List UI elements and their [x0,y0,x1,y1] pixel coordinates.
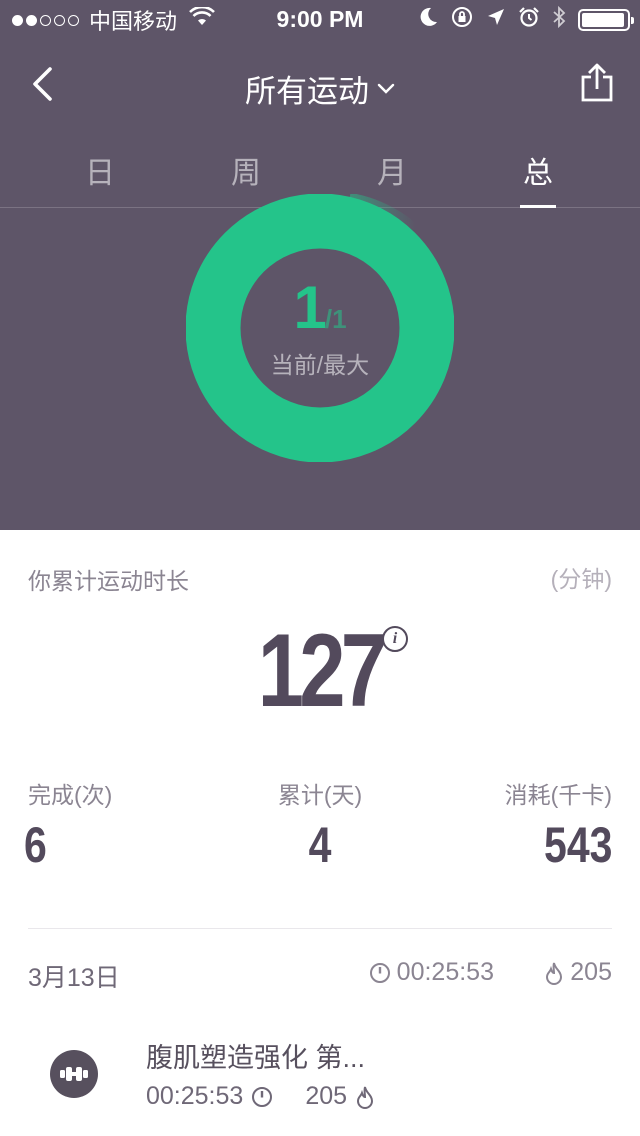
tab-total[interactable]: 总 [498,148,578,208]
page-title: 所有运动 [245,74,369,109]
sport-filter-dropdown[interactable]: 所有运动 [245,66,395,111]
clock-icon [369,962,390,983]
workout-meta: 00:25:53 205 [146,1082,375,1111]
duration-value: 127 [257,613,387,729]
location-icon [486,7,506,33]
workout-time: 00:25:53 [146,1082,244,1110]
ring-label: 当前/最大 [270,352,370,378]
workout-title[interactable]: 腹肌塑造强化 第... [146,1036,365,1075]
record-date-header: 3月13日 00:25:53 205 [28,958,612,994]
chevron-down-icon [377,83,395,94]
progress-ring: 1/1 当前/最大 [186,194,454,476]
tab-day[interactable]: 日 [60,148,140,208]
dumbbell-icon [60,1067,88,1081]
duration-label: 你累计运动时长 [28,568,189,594]
divider [28,928,612,929]
record-total-time: 00:25:53 [396,958,494,986]
stat-days-value: 4 [308,817,332,873]
tab-underline [520,205,556,208]
ring-current-value: 1 [293,274,326,341]
status-bar: 中国移动 9:00 PM [0,0,640,40]
battery-icon [578,9,634,31]
flame-icon [546,962,563,985]
alarm-icon [518,6,540,34]
workout-calories: 205 [305,1082,348,1110]
bluetooth-icon [552,5,566,35]
stat-completed-value: 6 [24,817,47,873]
flame-icon [357,1086,374,1109]
nav-bar: 所有运动 [0,52,640,116]
stat-calories-label: 消耗(千卡) [504,782,612,808]
moon-icon [418,6,438,34]
info-icon[interactable]: i [382,626,408,652]
summary-panel: 你累计运动时长 (分钟) 127 i 完成(次) 6 累计(天) 4 消耗(千卡… [0,530,640,1136]
stat-calories-value: 543 [543,817,612,873]
workout-type-icon [50,1050,98,1098]
ring-max-value: /1 [324,304,347,334]
duration-unit: (分钟) [550,566,612,592]
record-date: 3月13日 [28,964,120,992]
share-icon [581,63,613,102]
header-panel: 中国移动 9:00 PM 所有运动 日 周 月 总 1/1 当前/最大 [0,0,640,530]
clock-icon [252,1086,273,1107]
share-button[interactable] [574,60,620,106]
record-total-calories: 205 [570,958,612,986]
rotation-lock-icon [450,5,474,35]
